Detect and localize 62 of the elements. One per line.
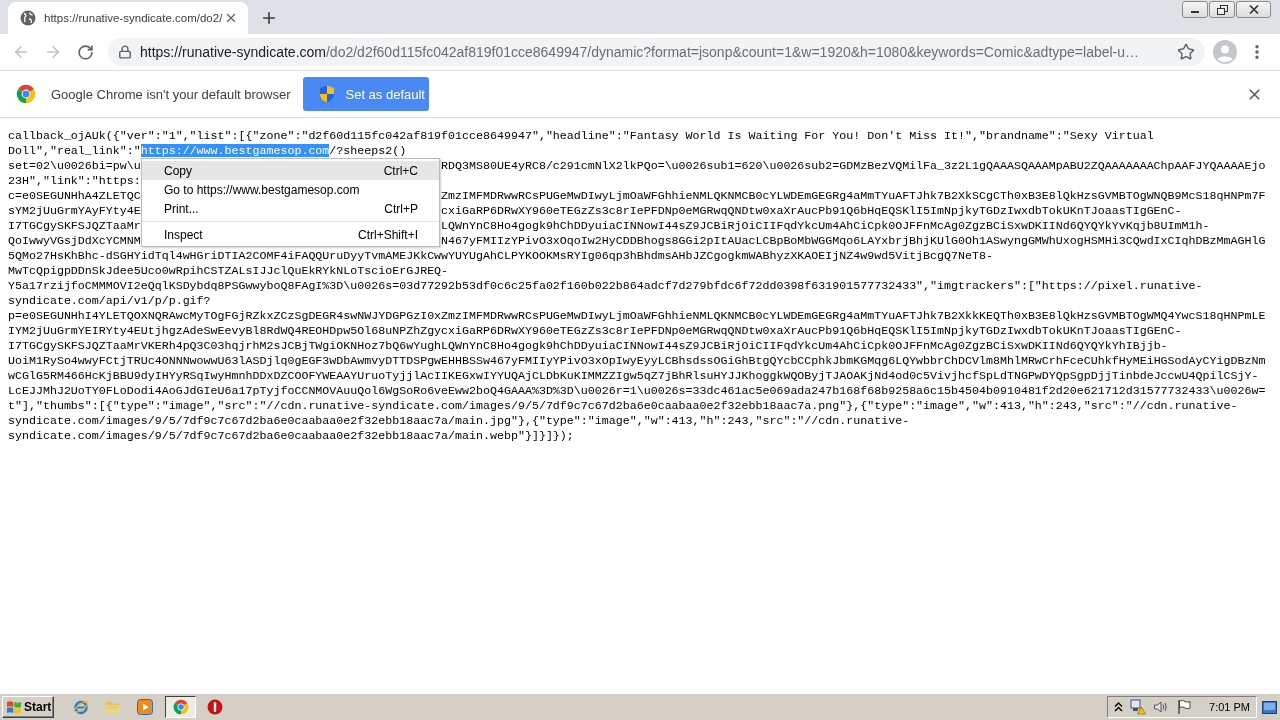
menu-item[interactable]: Inspect Ctrl+Shift+I <box>142 225 439 244</box>
star-icon[interactable] <box>1177 43 1195 61</box>
source-text: ZmzIMFMDRwwRCsPUGeMwDIwyLjmOaWFGhhieNMLQKNMCB0cYLWDEmGEGRg4aMmTYuAFTJhk7B2XkSCgCTh0xB3E8lQkHzsGVMBTOgWNQB9McS18qHNPm7F <box>441 189 1266 202</box>
disc-icon <box>206 699 223 715</box>
source-text: 5QMo27HsKhBhc-dSGHYidTql4wHGriDTIA2COMF4iFAQQUruDyyTvmAMEJKkCwwYUYUgAhCLPYKOOKMsRYIg06qp3hBhdmsAHbJZCgogkmWABhyzXKAOEIjNZ4w9wd5VitjBcgQ7NeT8- <box>8 249 993 262</box>
source-text: RDQ3MS80UE4yRC8/c291cmNlX2lkPQo=\u0026sub1=620\u0026sub2=GDMzBezVQMilFa_3z2L1gQAAASQAAAMpABU2ZQAAAAAAAChpAAFJYQAAAAEjo <box>441 159 1266 172</box>
source-text: set=02\u0026bi=pw\u <box>8 159 141 172</box>
speaker-icon[interactable] <box>1153 699 1170 715</box>
taskbar-button[interactable] <box>165 696 196 718</box>
source-text: syndicate.com/images/9/5/7df9c7c67d2ba6e0caabaa0e2f32ebb18aac7a/main.jpg"},{"type":"image","w":413,"h":243,"src":"//cdn.runative- <box>8 414 910 427</box>
chrome-logo-icon <box>172 699 189 715</box>
address-bar[interactable]: https://runative-syndicate.com/do2/d2f60d115fc042af819f01cce8649947/dynamic?format=jsonp&count=1&w=1920&h=1080&keywords=Comic&adtype=label-u… <box>108 38 1205 66</box>
menu-item[interactable]: Copy Ctrl+C <box>142 161 439 180</box>
source-text: LQWnYnC8Ho4gogk9hChDDyuiaCINNowI44sZ9JCBiRjOiCIIFqdYkcUm4AhCiCpk0OJFFnMcAg0ZgzBCiSxwDKIINd6QYQYkYvKqjb8UImM1h- <box>441 219 1210 232</box>
start-button[interactable]: Start <box>2 696 54 718</box>
source-text: I7TGCgySKFSJQZTaaMr <box>8 219 141 232</box>
source-text: syndicate.com/images/9/5/7df9c7c67d2ba6e0caabaa0e2f32ebb18aac7a/main.webp"}]}]}); <box>8 429 574 442</box>
source-text: Y5a17rzijfoCMMMOVI2eQqlKSDybdq8PSGwwyboQ8FAgI%3D\u0026s=03d77292b53df0c6c25fa02f160b022b864adcf7d279bfdc6f72dd0398f631901577732433","imgtrackers":["https://pixel.runative- <box>8 279 1203 292</box>
source-text: LcEJJMhJ2UoTY0FLoDodi4AoGJdGIeU6a17pTyjfoCCNMOVAuuQol6WgSoRo6veEww2boQ4GAAA%3D%3D\u0026r=1\u0026s=33dc461ac5e069ada247b168f68b9258a6c15b4504b0910481f2d20e621712d31577732433\u0026w= <box>8 384 1266 397</box>
close-icon <box>1248 5 1259 14</box>
globe-icon <box>20 10 36 26</box>
source-text: cxiGaRP6DRwXY960eTEGzZs3c8rIePFDNp0eMGRwqQNDtw0xaXrAucPb91Q6bHqEQSKlI5ImNpjkyTGDzIwxdbTokUKnTJoaasTIgGEnC- <box>441 204 1182 217</box>
source-text: c=e0SEGUNHhA4ZLETQC <box>8 189 141 202</box>
source-text: syndicate.com/api/v1/p/p.gif? <box>8 294 211 307</box>
clock-text: 7:01 PM <box>1209 701 1250 713</box>
source-text: I7TGCgySKFSJQZTaaMrVKERh4pQ3C03hqjrhM2sJCBjTWgiOKNHoz7bQ6wYughLQWnYnC8Ho4gogk9hChDDyuiaCINNowI44sZ9JCBiRjOiCIIFqdYkcUm4AhCiCpk0OJFFnMcAg0ZgzBCiSxwDKIINd6QYQYkYhIBjjb- <box>8 339 1168 352</box>
source-text: p=e0SEGUNHhI4YLETQOXNQRAwcMyTOgFGjRZkxZCzSgDEGR4swNWJYDGPGzI0xZmzIMFMDRwwRCsPUGeMwDIwyLjmOaWFGhhieNMLQKNMCB0cYLWDEmGEGRg4aMmTYuAFTJhk7B2XkkKEQTh0xB3E8lQkHzsGVMBTOgWMQ4YwcS18qHNPmLE <box>8 309 1266 322</box>
chevron-up-icon[interactable] <box>1114 702 1124 712</box>
source-text: wCGlG5RM466HcKjBBU9dyIHYyRSqIwyHmnhDDxDZCOOFYWEAAYUruoTyjjlAcIIKEGxwIYYUQAjCLDbKuKIMMZZIgw5qZ7jBhRlsuHYJJKhoggkWQOByjTJAOAKjNd4od0c5VivjhcfSpLdTNGPwDYQpSgpDjjTinbdeJccwU4QpilCSjY- <box>8 369 1259 382</box>
menu-item[interactable]: Go to https://www.bestgamesop.com <box>142 180 439 199</box>
network-icon[interactable] <box>1130 699 1147 715</box>
window-logo-icon <box>6 699 22 715</box>
browser-icon[interactable] <box>73 699 89 715</box>
chrome-logo-icon <box>16 84 36 104</box>
source-text: N467yFMIIzYPivO3xOqoIw2HyCDDBhogs8GGi2pItAUacLCBpBoMbWGGMqo6LAYxbrjBhjKUlG0Oh1ASwyngGMWhUxogHSMHi3CQwdIxCIqhDBzMmAGHlG <box>441 234 1266 247</box>
source-text: QoIwwyVGsjDdXcYCMNM <box>8 234 141 247</box>
url-text: https://runative-syndicate.com/do2/d2f60d115fc042af819f01cce8649947/dynamic?format=jsonp&count=1&w=1920&h=1080&keywords=Comic&adtype=label-u… <box>140 44 1141 60</box>
play-icon[interactable] <box>137 699 153 715</box>
source-text: Doll","real_link":" <box>8 144 141 157</box>
restore-button[interactable] <box>1209 1 1235 18</box>
source-text: MwTcQpigpDDnSkJdee5Uco0wRpihCSTZALsIJJclQuEkRYkNLoTscioErGJREQ- <box>8 264 449 277</box>
close-window-button[interactable] <box>1236 1 1271 18</box>
source-text: sYM2jUuGrmYAyFYty4E <box>8 204 141 217</box>
desktop-icon[interactable] <box>1262 700 1277 714</box>
restore-icon <box>1216 4 1228 15</box>
lock-icon <box>118 45 132 59</box>
shield-icon <box>319 85 336 103</box>
source-text: IYM2jUuGrmYEIRYty4EUtjhgzAdeSwEevyBl8RdWQ4REOHDpw5Ol68uNPZhZgycxiGaRP6DRwXY960eTEGzZs3c8rIePFDNp0eMGRwqQNDtw0xaXrAucPb91Q6bHqEQSKlI5ImNpjkyTGDzIwxdbTokUKnTJoaasTIgGEnC- <box>8 324 1182 337</box>
close-icon[interactable] <box>224 11 238 25</box>
source-text: /?sheeps2() <box>329 144 407 157</box>
selected-text: https://www.bestgamesop.com <box>140 144 330 157</box>
new-tab-icon[interactable] <box>260 9 278 27</box>
source-text: UoiM1RySo4wwyFCtjTRUc4ONNNwowwU63lASDjlq0gEGF3wDbAwmvyDTTDSPgwEHHBSSw467yFMIIyYPivO3xOpIwyEyyLCBhsdssOGiGhBtgQYcbCCphkJbmKGMqg6LQYwbbrChDCVlm8MhlMRwCrhFceCUhkfHyMEiHGSodAyCYigDBzNm <box>8 354 1266 367</box>
source-text: t"],"thumbs":[{"type":"image","src":"//cdn.runative-syndicate.com/images/9/5/7df9c7c67d2ba6e0caabaa0e2f32ebb18aac7a.png"},{"type":"image","w":413,"h":243,"src":"//cdn.runative- <box>8 399 1238 412</box>
reload-icon[interactable] <box>76 43 94 61</box>
source-text: callback_ojAUk({"ver":"1","list":[{"zone":"d2f60d115fc042af819f01cce8649947","headline":"Fantasy World Is Waiting For You! Don't Miss It!","brandname":"Sexy Virtual <box>8 129 1154 142</box>
menu-item[interactable]: Print... Ctrl+P <box>142 199 439 218</box>
minimize-button[interactable] <box>1182 1 1208 18</box>
flag-icon[interactable] <box>1176 699 1193 715</box>
infobar-message: Google Chrome isn't your default browser <box>51 86 291 102</box>
source-text: 23H","link":"https: <box>8 174 141 187</box>
browser-tab[interactable]: https://runative-syndicate.com/do2/ <box>8 2 248 34</box>
